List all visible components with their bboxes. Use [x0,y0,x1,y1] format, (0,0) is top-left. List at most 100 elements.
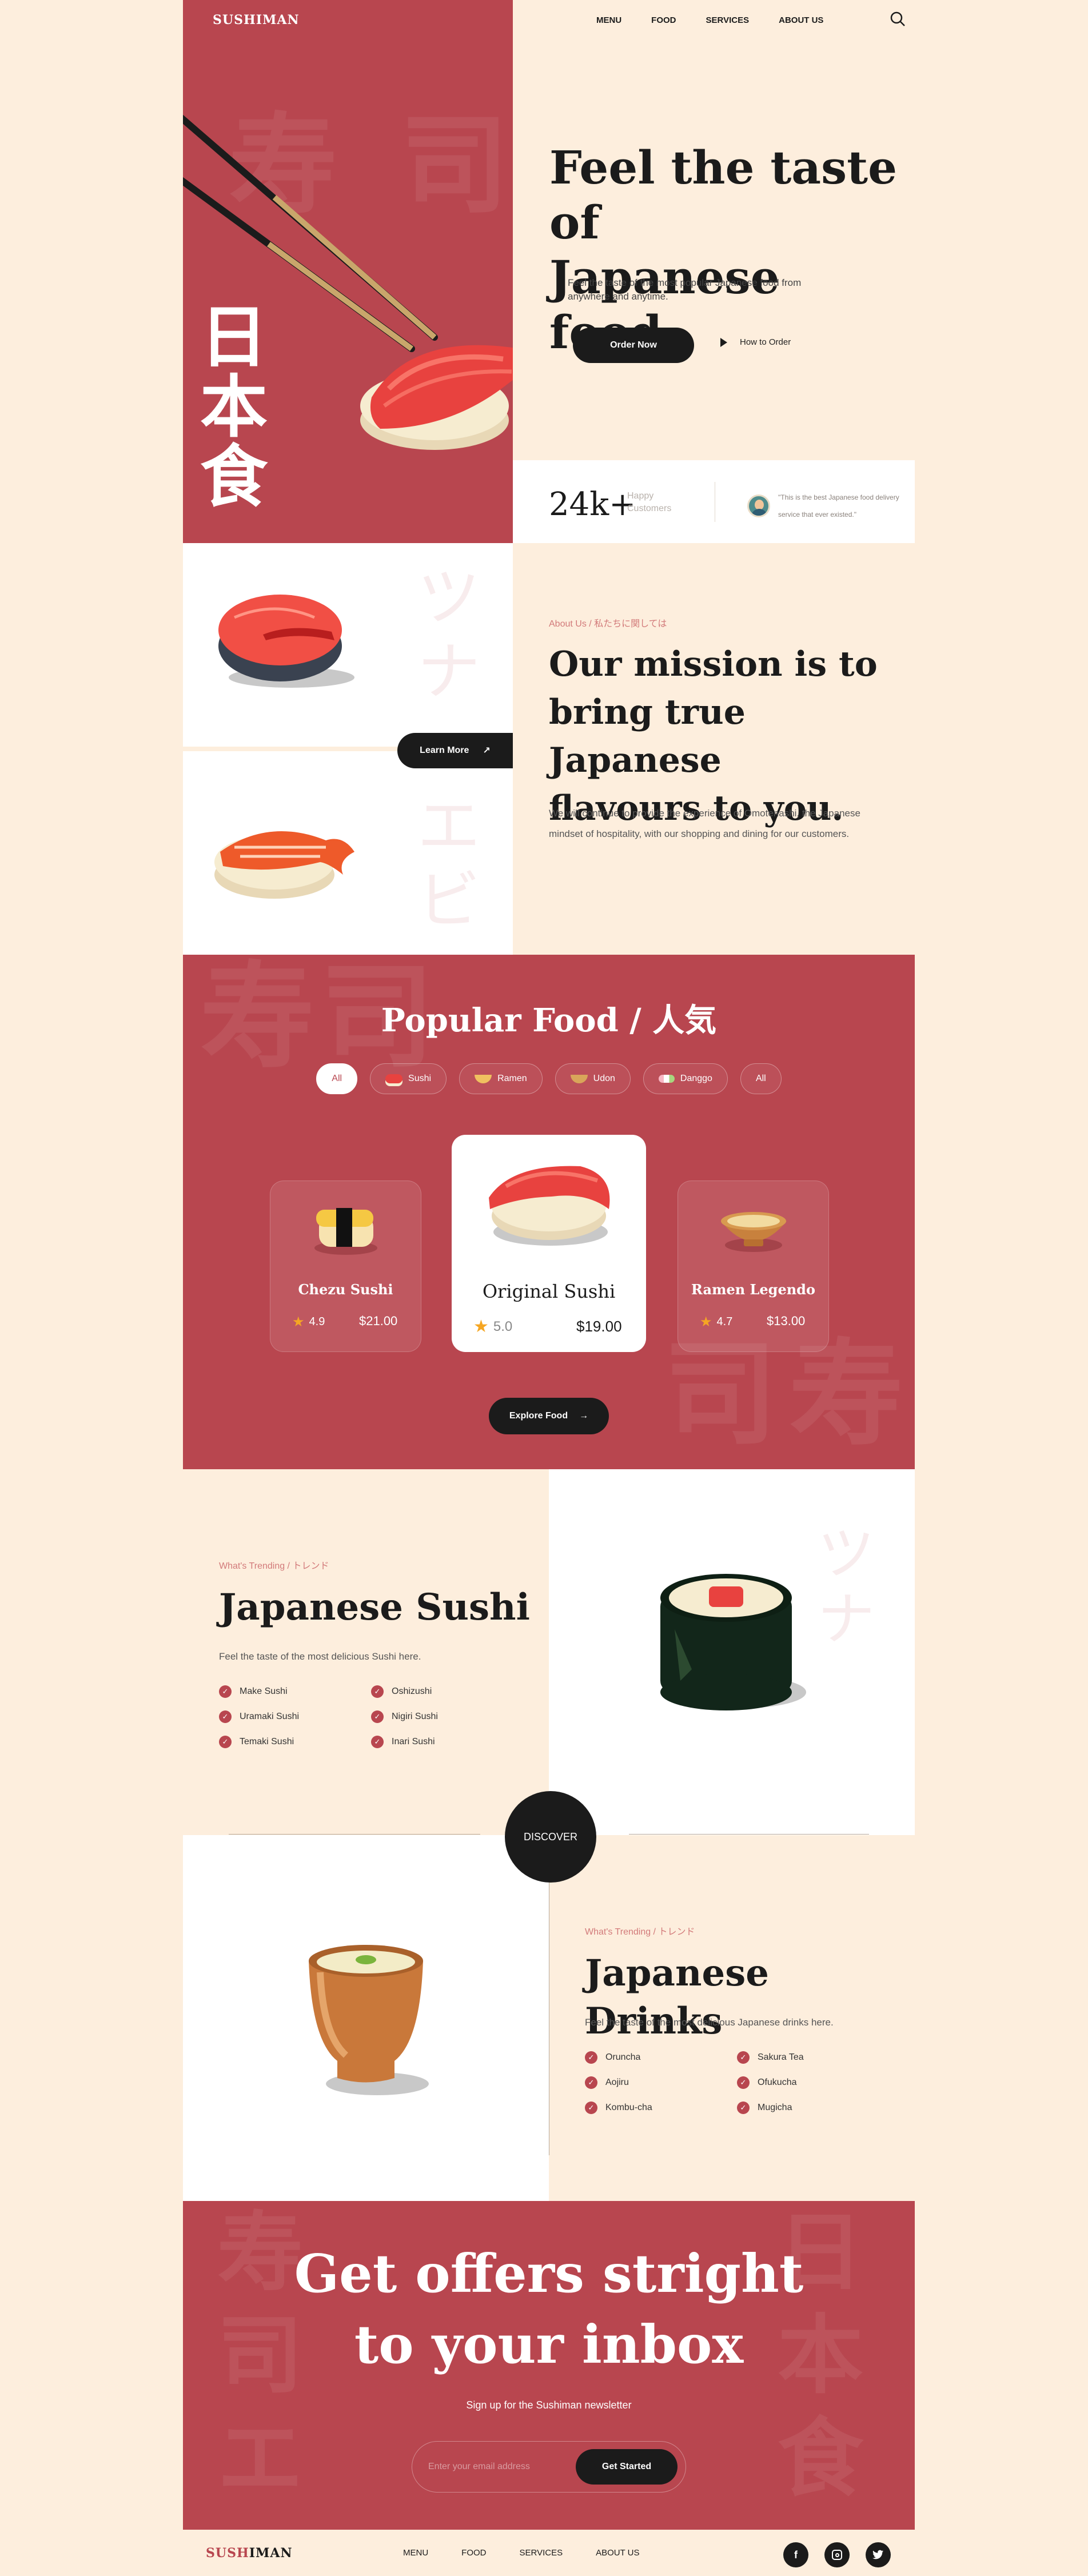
drinks-subtitle: Feel the taste of the most delicious Jap… [585,2017,834,2028]
maki-roll-illustration [660,1574,806,1710]
search-icon[interactable] [889,10,906,27]
section-tag: What's Trending / トレンド [219,1561,329,1571]
testimonial: "This is the best Japanese food delivery… [747,489,921,523]
avatar [747,495,770,517]
chip-danggo[interactable]: Danggo [643,1063,728,1094]
email-input[interactable] [428,2462,576,2472]
food-card-name: Ramen Legendo [691,1281,815,1298]
bg-kanji: ツ ナ [417,560,480,709]
danggo-icon [658,1075,675,1083]
facebook-icon[interactable]: f [783,2542,808,2567]
logo[interactable]: SUSHIMAN [213,13,300,27]
play-icon [720,337,727,347]
footer-logo-accent: SUSH [206,2546,249,2561]
hero-subtitle: Feel the taste of the most popular Japan… [568,277,802,302]
food-card-featured[interactable]: Original Sushi ★ 5.0 $19.00 [452,1135,646,1352]
list-item-label: Ofukucha [758,2077,797,2087]
food-card-name: Original Sushi [482,1281,616,1302]
original-sushi-illustration [489,1166,610,1246]
price: $13.00 [767,1314,806,1328]
divider [629,1834,869,1835]
salmon-steak-illustration [218,595,354,688]
food-card-name: Chezu Sushi [298,1281,393,1298]
about-title-line: Our mission is to [549,644,878,684]
footer-nav-food[interactable]: FOOD [461,2548,486,2558]
rating: ★ 5.0 [473,1317,512,1337]
list-item-label: Inari Sushi [392,1737,435,1746]
newsletter-subtitle: Sign up for the Sushiman newsletter [466,2399,632,2411]
nav-item-about[interactable]: ABOUT US [779,15,823,25]
order-now-button[interactable]: Order Now [573,328,694,363]
check-icon: ✓ [585,2051,597,2064]
footer-nav-menu[interactable]: MENU [403,2548,428,2558]
bg-kanji: 司 [663,1331,778,1458]
check-icon: ✓ [371,1685,384,1698]
kanji-char: エ [417,789,480,863]
kanji-char: エ [217,2410,304,2506]
food-card[interactable]: Ramen Legendo ★ 4.7 $13.00 [677,1181,829,1352]
section-tag: About Us / 私たちに関しては [549,619,667,629]
list-item: ✓ Kombu-cha [585,2102,737,2114]
newsletter-section: 寿 司 エ 日 本 食 Get offers stright to your i… [183,2201,915,2530]
arrow-up-right-icon: ↗ [483,746,491,756]
kanji-char: ツ [818,1520,875,1587]
how-to-order-link[interactable]: How to Order [720,337,791,347]
footer-nav-services[interactable]: SERVICES [520,2548,563,2558]
nav-item-food[interactable]: FOOD [651,15,676,25]
list-item: ✓ Ofukucha [737,2076,889,2089]
list-item-label: Uramaki Sushi [240,1712,300,1721]
kanji-char: ナ [417,635,480,708]
list-item-label: Make Sushi [240,1686,288,1696]
footer-nav-about[interactable]: ABOUT US [596,2548,639,2558]
ramen-icon [475,1074,492,1083]
kanji-char: ツ [417,561,480,634]
newsletter-title: Get offers stright to your inbox [183,2238,915,2380]
discover-button[interactable]: DISCOVER [505,1791,596,1883]
footer: SUSHIMAN MENU FOOD SERVICES ABOUT US f [183,2530,915,2576]
food-card[interactable]: Chezu Sushi ★ 4.9 $21.00 [270,1181,421,1352]
chip-all[interactable]: All [316,1063,358,1094]
instagram-icon[interactable] [824,2542,850,2567]
customer-count: 24k+ [549,486,636,523]
kanji-char: 本 [200,370,268,445]
check-icon: ✓ [585,2102,597,2114]
get-started-button[interactable]: Get Started [576,2449,677,2485]
learn-more-button[interactable]: Learn More ↗ [397,733,513,768]
sushi-list: ✓ Make Sushi ✓ Oshizushi ✓ Uramaki Sushi ✓ N… [219,1685,523,1748]
list-item-label: Nigiri Sushi [392,1712,438,1721]
check-icon: ✓ [219,1710,232,1723]
chip-udon[interactable]: Udon [555,1063,631,1094]
nav-item-menu[interactable]: MENU [596,15,621,25]
ramen-illustration [721,1212,787,1252]
nav-item-services[interactable]: SERVICES [706,15,750,25]
explore-food-button[interactable]: Explore Food → [489,1398,609,1434]
list-item: ✓ Make Sushi [219,1685,371,1698]
how-to-order-label: How to Order [740,337,791,347]
vertical-kanji: 日 本 食 [197,303,271,512]
sushi-subtitle: Feel the taste of the most delicious Sus… [219,1651,421,1662]
check-icon: ✓ [737,2051,750,2064]
list-item: ✓ Oshizushi [371,1685,523,1698]
drinks-content: What's Trending / トレンド Japanese Drinks F… [549,1835,915,2201]
newsletter-title-line: to your inbox [354,2314,744,2375]
drinks-list: ✓ Oruncha ✓ Sakura Tea ✓ Aojiru ✓ Ofukucha ✓… [585,2051,889,2114]
twitter-icon[interactable] [866,2542,891,2567]
star-icon: ★ [700,1314,712,1330]
chezu-sushi-illustration [314,1208,377,1255]
list-item: ✓ Sakura Tea [737,2051,889,2064]
price: $21.00 [359,1314,398,1328]
chip-ramen[interactable]: Ramen [459,1063,543,1094]
list-item-label: Kombu-cha [605,2103,652,2112]
chip-label: All [755,1074,766,1083]
hero-title-line: Feel the taste of [549,141,898,249]
list-item-label: Oruncha [605,2052,641,2062]
chip-sushi[interactable]: Sushi [370,1063,447,1094]
price: $19.00 [576,1318,622,1335]
footer-logo[interactable]: SUSHIMAN [206,2546,293,2561]
popular-food-title: Popular Food / 人気 [381,1002,717,1039]
newsletter-title-line: Get offers stright [294,2243,804,2304]
check-icon: ✓ [737,2102,750,2114]
star-icon: ★ [473,1317,489,1336]
list-item-label: Sakura Tea [758,2052,804,2062]
chip-all-more[interactable]: All [740,1063,782,1094]
